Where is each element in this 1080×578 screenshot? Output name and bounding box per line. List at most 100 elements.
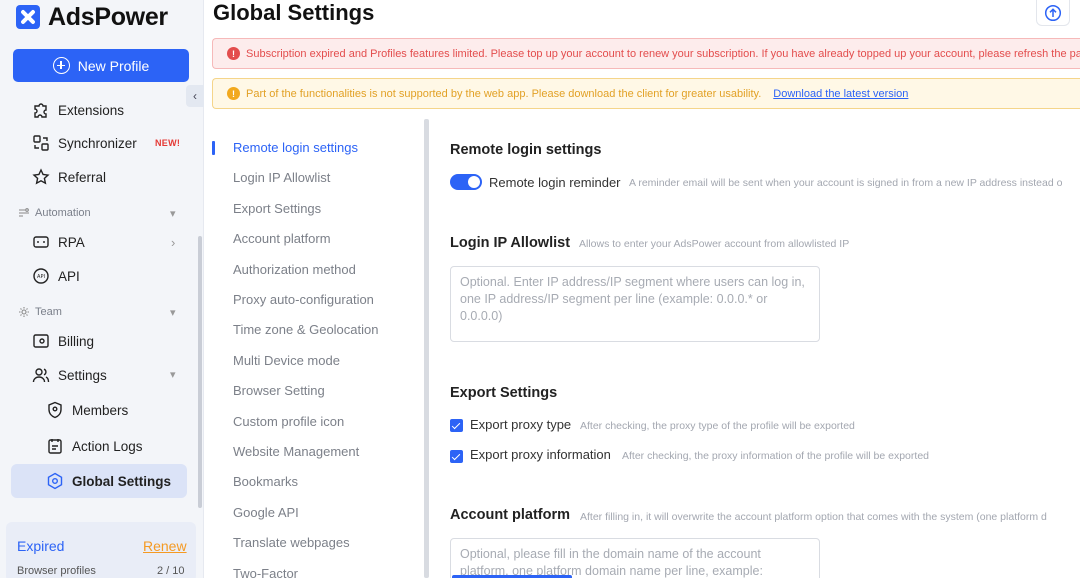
sidebar: AdsPower New Profile ‹ Extensions Synchr… — [0, 0, 204, 578]
sidebar-item-label: Extensions — [58, 102, 125, 118]
automation-icon — [19, 208, 29, 217]
users-icon — [32, 366, 50, 384]
tab-multi-device-mode[interactable]: Multi Device mode — [233, 352, 340, 370]
new-badge: NEW! — [155, 138, 181, 148]
download-link[interactable]: Download the latest version — [773, 88, 908, 100]
sidebar-item-action-logs[interactable]: Action Logs — [46, 434, 143, 458]
tab-bookmarks[interactable]: Bookmarks — [233, 473, 298, 491]
export-proxy-type-checkbox[interactable] — [450, 419, 463, 432]
puzzle-icon — [32, 101, 50, 119]
sidebar-item-members[interactable]: Members — [46, 398, 128, 422]
logo: AdsPower — [16, 2, 168, 31]
tab-two-factor[interactable]: Two-Factor — [233, 565, 298, 578]
alert-text: Part of the functionalities is not suppo… — [246, 87, 762, 100]
sidebar-item-settings[interactable]: Settings — [32, 363, 107, 387]
account-platform-textarea[interactable]: Optional, please fill in the domain name… — [450, 538, 820, 578]
section-label: Automation — [35, 207, 91, 219]
shield-icon — [46, 401, 64, 419]
sidebar-item-label: Global Settings — [72, 473, 172, 489]
adspower-logo-icon — [16, 5, 40, 29]
remote-login-hint: A reminder email will be sent when your … — [629, 177, 1063, 189]
tab-remote-login-settings[interactable]: Remote login settings — [233, 139, 358, 157]
export-proxy-info-label: Export proxy information — [470, 447, 611, 462]
sidebar-item-label: Referral — [58, 169, 107, 185]
sidebar-item-label: Synchronizer — [58, 135, 137, 151]
hexagon-icon — [46, 472, 64, 490]
sidebar-item-label: API — [58, 268, 80, 284]
sidebar-item-extensions[interactable]: Extensions — [32, 98, 124, 122]
chevron-down-icon[interactable]: ▾ — [170, 207, 176, 220]
settings-nav: Remote login settings Login IP Allowlist… — [212, 119, 428, 578]
tab-custom-profile-icon[interactable]: Custom profile icon — [233, 413, 344, 431]
tab-export-settings[interactable]: Export Settings — [233, 200, 321, 218]
remote-login-reminder-label: Remote login reminder — [489, 175, 621, 190]
tab-browser-setting[interactable]: Browser Setting — [233, 382, 325, 400]
remote-login-title: Remote login settings — [450, 142, 602, 158]
export-settings-title: Export Settings — [450, 385, 558, 401]
new-profile-label: New Profile — [77, 57, 150, 74]
section-team[interactable]: Team — [18, 304, 62, 320]
export-proxy-type-hint: After checking, the proxy type of the pr… — [580, 420, 855, 432]
alert-text: Subscription expired and Profiles featur… — [246, 47, 1080, 60]
sync-icon — [32, 134, 50, 152]
export-proxy-info-checkbox[interactable] — [450, 450, 463, 463]
sidebar-item-global-settings[interactable]: Global Settings — [46, 469, 171, 493]
warning-icon: ! — [227, 87, 240, 100]
section-label: Team — [35, 306, 62, 318]
sidebar-item-label: Billing — [58, 333, 95, 349]
sidebar-item-synchronizer[interactable]: Synchronizer — [32, 131, 137, 155]
renew-link[interactable]: Renew — [143, 538, 187, 554]
subscription-status: Expired — [17, 538, 65, 554]
sidebar-item-rpa[interactable]: RPA — [32, 230, 85, 254]
collapse-sidebar-button[interactable]: ‹ — [186, 85, 204, 107]
export-proxy-type-label: Export proxy type — [470, 417, 572, 432]
webapp-warning: ! Part of the functionalities is not sup… — [212, 78, 1080, 109]
plus-icon — [52, 57, 70, 74]
sidebar-item-label: Settings — [58, 367, 107, 383]
page-title: Global Settings — [213, 0, 375, 25]
active-indicator — [212, 141, 215, 155]
account-platform-title: Account platform — [450, 507, 571, 523]
export-proxy-info-hint: After checking, the proxy information of… — [622, 450, 929, 462]
subscription-card: Expired Renew Browser profiles 2 / 10 — [6, 522, 196, 578]
billing-icon — [32, 332, 50, 350]
chevron-down-icon[interactable]: ▾ — [170, 368, 176, 381]
tab-proxy-auto-configuration[interactable]: Proxy auto-configuration — [233, 291, 374, 309]
tab-login-ip-allowlist[interactable]: Login IP Allowlist — [233, 169, 330, 187]
remote-login-toggle[interactable] — [450, 174, 482, 190]
star-icon — [32, 168, 50, 186]
chevron-left-icon: ‹ — [193, 89, 197, 103]
chevron-right-icon[interactable]: › — [171, 235, 175, 250]
robot-icon — [32, 233, 50, 251]
tab-google-api[interactable]: Google API — [233, 504, 299, 522]
subscription-alert: ! Subscription expired and Profiles feat… — [212, 38, 1080, 69]
tab-website-management[interactable]: Website Management — [233, 443, 359, 461]
sidebar-item-label: Action Logs — [72, 438, 143, 454]
api-icon: API — [32, 267, 50, 285]
upload-button[interactable] — [1036, 0, 1070, 26]
gear-icon — [19, 307, 29, 317]
sidebar-item-api[interactable]: API API — [32, 264, 80, 288]
sidebar-scrollbar[interactable] — [198, 236, 202, 508]
sidebar-item-billing[interactable]: Billing — [32, 329, 94, 353]
account-platform-hint: After filling in, it will overwrite the … — [580, 511, 1047, 523]
app-root: AdsPower New Profile ‹ Extensions Synchr… — [0, 0, 1080, 578]
log-icon — [46, 437, 64, 455]
new-profile-button[interactable]: New Profile — [13, 49, 189, 82]
sidebar-item-label: Members — [72, 402, 129, 418]
ip-allowlist-textarea[interactable]: Optional. Enter IP address/IP segment wh… — [450, 266, 820, 342]
app-name: AdsPower — [48, 2, 168, 31]
upload-icon — [1044, 4, 1062, 21]
tab-translate-webpages[interactable]: Translate webpages — [233, 534, 350, 552]
section-automation[interactable]: Automation — [18, 205, 91, 221]
browser-profiles-label: Browser profiles — [17, 565, 96, 577]
tab-time-zone-geolocation[interactable]: Time zone & Geolocation — [233, 321, 378, 339]
browser-profiles-count: 2 / 10 — [157, 565, 185, 577]
chevron-down-icon[interactable]: ▾ — [170, 306, 176, 319]
tab-authorization-method[interactable]: Authorization method — [233, 261, 356, 279]
error-icon: ! — [227, 47, 240, 60]
sidebar-item-referral[interactable]: Referral — [32, 165, 106, 189]
tab-account-platform[interactable]: Account platform — [233, 230, 331, 248]
svg-text:API: API — [37, 274, 45, 280]
settings-nav-scrollbar[interactable] — [424, 119, 429, 578]
